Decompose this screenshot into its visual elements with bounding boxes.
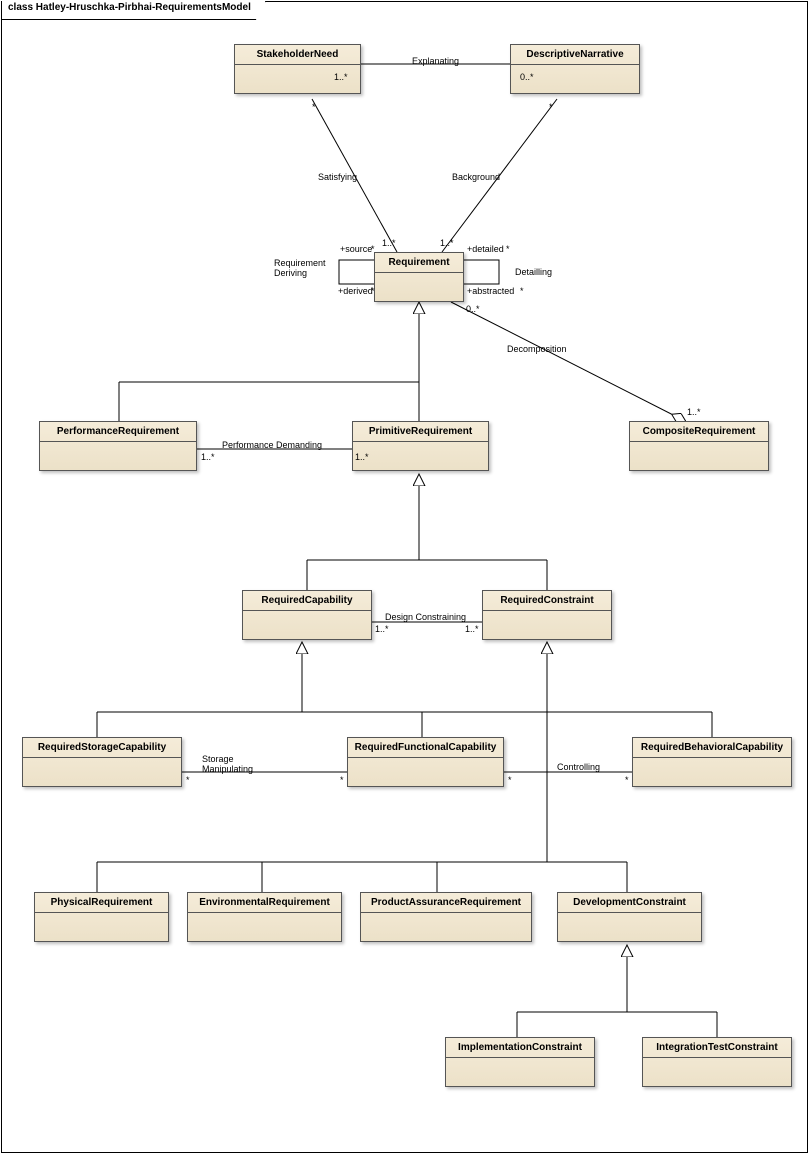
- class-name: IntegrationTestConstraint: [643, 1038, 791, 1058]
- class-composite-requirement[interactable]: CompositeRequirement: [629, 421, 769, 471]
- mult: *: [520, 286, 524, 296]
- class-development-constraint[interactable]: DevelopmentConstraint: [557, 892, 702, 942]
- class-name: ProductAssuranceRequirement: [361, 893, 531, 913]
- class-name: RequiredBehavioralCapability: [633, 738, 791, 758]
- mult: 1..*: [440, 238, 454, 248]
- label-controlling: Controlling: [557, 762, 600, 772]
- diagram-frame: class Hatley-Hruschka-Pirbhai-Requiremen…: [1, 1, 808, 1153]
- mult: *: [371, 244, 375, 254]
- mult: 1..*: [375, 624, 389, 634]
- class-primitive-requirement[interactable]: PrimitiveRequirement: [352, 421, 489, 471]
- mult: 1..*: [465, 624, 479, 634]
- class-requirement[interactable]: Requirement: [374, 252, 464, 302]
- mult: 0..*: [466, 304, 480, 314]
- mult: 1..*: [201, 452, 215, 462]
- label-detailling: Detailling: [515, 267, 552, 277]
- mult: *: [312, 102, 316, 112]
- class-integration-test-constraint[interactable]: IntegrationTestConstraint: [642, 1037, 792, 1087]
- mult: 0..*: [520, 72, 534, 82]
- class-descriptive-narrative[interactable]: DescriptiveNarrative: [510, 44, 640, 94]
- class-name: CompositeRequirement: [630, 422, 768, 442]
- label-storage-manipulating: Storage Manipulating: [202, 754, 262, 774]
- mult: *: [549, 102, 553, 112]
- class-required-behavioral-capability[interactable]: RequiredBehavioralCapability: [632, 737, 792, 787]
- label-explanating: Explanating: [412, 56, 459, 66]
- mult: 1..*: [355, 452, 369, 462]
- class-name: RequiredFunctionalCapability: [348, 738, 503, 758]
- frame-title: class Hatley-Hruschka-Pirbhai-Requiremen…: [1, 1, 266, 20]
- class-environmental-requirement[interactable]: EnvironmentalRequirement: [187, 892, 342, 942]
- class-name: PrimitiveRequirement: [353, 422, 488, 442]
- class-required-constraint[interactable]: RequiredConstraint: [482, 590, 612, 640]
- class-required-storage-capability[interactable]: RequiredStorageCapability: [22, 737, 182, 787]
- mult: *: [625, 775, 629, 785]
- class-required-functional-capability[interactable]: RequiredFunctionalCapability: [347, 737, 504, 787]
- label-background: Background: [452, 172, 500, 182]
- class-name: DescriptiveNarrative: [511, 45, 639, 65]
- class-name: RequiredCapability: [243, 591, 371, 611]
- class-performance-requirement[interactable]: PerformanceRequirement: [39, 421, 197, 471]
- role-source: +source: [340, 244, 372, 254]
- mult: 1..*: [687, 407, 701, 417]
- role-derived: +derived: [338, 286, 373, 296]
- class-name: RequiredStorageCapability: [23, 738, 181, 758]
- label-requirement-deriving: Requirement Deriving: [274, 258, 338, 278]
- class-required-capability[interactable]: RequiredCapability: [242, 590, 372, 640]
- class-stakeholder-need[interactable]: StakeholderNeed: [234, 44, 361, 94]
- mult: *: [340, 775, 344, 785]
- mult: *: [506, 244, 510, 254]
- mult: 1..*: [334, 72, 348, 82]
- class-name: ImplementationConstraint: [446, 1038, 594, 1058]
- role-detailed: +detailed: [467, 244, 504, 254]
- role-abstracted: +abstracted: [467, 286, 514, 296]
- class-name: PerformanceRequirement: [40, 422, 196, 442]
- label-performance-demanding: Performance Demanding: [222, 440, 322, 450]
- class-name: PhysicalRequirement: [35, 893, 168, 913]
- mult: *: [371, 286, 375, 296]
- class-name: EnvironmentalRequirement: [188, 893, 341, 913]
- mult: *: [186, 775, 190, 785]
- mult: 1..*: [382, 238, 396, 248]
- class-implementation-constraint[interactable]: ImplementationConstraint: [445, 1037, 595, 1087]
- class-physical-requirement[interactable]: PhysicalRequirement: [34, 892, 169, 942]
- class-product-assurance-requirement[interactable]: ProductAssuranceRequirement: [360, 892, 532, 942]
- class-name: RequiredConstraint: [483, 591, 611, 611]
- class-name: StakeholderNeed: [235, 45, 360, 65]
- label-design-constraining: Design Constraining: [385, 612, 466, 622]
- class-name: Requirement: [375, 253, 463, 273]
- label-satisfying: Satisfying: [318, 172, 357, 182]
- connectors: [2, 2, 807, 1152]
- mult: *: [508, 775, 512, 785]
- label-decomposition: Decomposition: [507, 344, 567, 354]
- class-name: DevelopmentConstraint: [558, 893, 701, 913]
